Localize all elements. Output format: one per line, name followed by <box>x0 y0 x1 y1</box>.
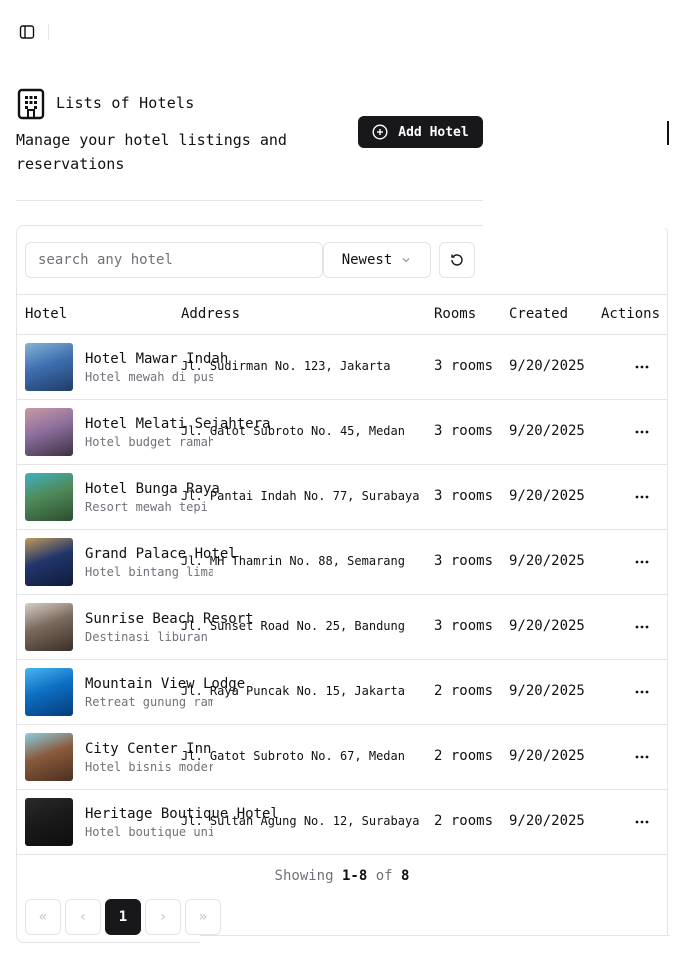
refresh-button[interactable] <box>439 242 475 278</box>
more-horizontal-icon <box>635 820 649 824</box>
add-hotel-label: Add Hotel <box>398 124 469 140</box>
first-page-button[interactable]: « <box>25 899 61 935</box>
hotel-created: 9/20/2025 <box>509 618 585 634</box>
pagination-summary: Showing 1-8 of 8 <box>16 868 668 884</box>
refresh-icon <box>451 254 463 266</box>
add-hotel-button[interactable]: Add Hotel <box>358 116 483 148</box>
page-subtitle: Manage your hotel listings and reservati… <box>16 131 287 173</box>
hotel-rooms: 2 rooms <box>434 683 494 699</box>
showing-total: 8 <box>401 868 410 884</box>
hotel-rooms: 3 rooms <box>434 618 494 634</box>
hotel-address: Jl. Pantai Indah No. 77, Surabaya <box>181 489 420 503</box>
hotel-address: Jl. Sultan Agung No. 12, Surabaya <box>181 814 420 828</box>
row-actions-button[interactable] <box>629 810 655 834</box>
row-actions-button[interactable] <box>629 745 655 769</box>
table-top-border <box>17 294 667 295</box>
hotel-thumbnail <box>25 473 73 521</box>
row-actions-button[interactable] <box>629 485 655 509</box>
edge-marker <box>667 121 669 145</box>
hotel-address: Jl. Raya Puncak No. 15, Jakarta <box>181 684 405 698</box>
table-row[interactable]: Grand Palace Hotel Hotel bintang lima Jl. … <box>17 530 667 595</box>
hotel-thumbnail <box>25 798 73 846</box>
column-header-rooms: Rooms <box>434 306 477 322</box>
showing-range: 1-8 <box>341 868 368 884</box>
toolbar-divider <box>48 24 49 40</box>
row-actions-button[interactable] <box>629 680 655 704</box>
more-horizontal-icon <box>635 365 649 369</box>
row-divider <box>17 854 667 855</box>
previous-page-button[interactable]: ‹ <box>65 899 101 935</box>
row-actions-button[interactable] <box>629 420 655 444</box>
column-header-address: Address <box>181 306 241 322</box>
first-page-icon: « <box>38 909 48 925</box>
hotel-created: 9/20/2025 <box>509 748 585 764</box>
chevron-right-icon: › <box>158 909 168 925</box>
hotel-rooms: 2 rooms <box>434 813 494 829</box>
column-header-created: Created <box>509 306 569 322</box>
card-bottom-overlay <box>200 935 670 944</box>
table-row[interactable]: Hotel Bunga Raya Resort mewah tepi Jl. Pan… <box>17 465 667 530</box>
more-horizontal-icon <box>635 625 649 629</box>
hotel-address: Jl. Sunset Road No. 25, Bandung <box>181 619 405 633</box>
last-page-button[interactable]: » <box>185 899 221 935</box>
hotel-rooms: 3 rooms <box>434 553 494 569</box>
showing-prefix: Showing <box>274 868 334 884</box>
hotel-created: 9/20/2025 <box>509 553 585 569</box>
hotel-created: 9/20/2025 <box>509 358 585 374</box>
hotel-address: Jl. Sudirman No. 123, Jakarta <box>181 359 391 373</box>
hotel-rooms: 3 rooms <box>434 358 494 374</box>
next-page-button[interactable]: › <box>145 899 181 935</box>
hotel-created: 9/20/2025 <box>509 813 585 829</box>
table-row[interactable]: Hotel Melati Sejahtera Hotel budget ramah… <box>17 400 667 465</box>
hotel-rooms: 2 rooms <box>434 748 494 764</box>
hotel-created: 9/20/2025 <box>509 423 585 439</box>
plus-circle-icon <box>372 124 388 140</box>
more-horizontal-icon <box>635 690 649 694</box>
table-row[interactable]: City Center Inn Hotel bisnis modern Jl. Ga… <box>17 725 667 790</box>
hotel-thumbnail <box>25 343 73 391</box>
more-horizontal-icon <box>635 430 649 434</box>
page-button-current[interactable]: 1 <box>105 899 141 935</box>
more-horizontal-icon <box>635 495 649 499</box>
sort-value: Newest <box>341 252 393 268</box>
more-horizontal-icon <box>635 755 649 759</box>
row-actions-button[interactable] <box>629 615 655 639</box>
chevron-left-icon: ‹ <box>78 909 88 925</box>
sort-select[interactable]: Newest <box>323 242 431 278</box>
search-input[interactable] <box>25 242 323 278</box>
sidebar-icon <box>19 25 35 39</box>
column-header-hotel: Hotel <box>25 306 68 322</box>
hotel-address: Jl. MH Thamrin No. 88, Semarang <box>181 554 405 568</box>
last-page-icon: » <box>198 909 208 925</box>
row-actions-button[interactable] <box>629 550 655 574</box>
page-number: 1 <box>118 909 128 925</box>
table-row[interactable]: Hotel Mawar IndahHotel mewah di pusatJl.… <box>17 335 667 400</box>
hotel-thumbnail <box>25 408 73 456</box>
hotel-rooms: 3 rooms <box>434 488 494 504</box>
hotel-thumbnail <box>25 538 73 586</box>
hotel-address: Jl. Gatot Subroto No. 67, Medan <box>181 749 405 763</box>
more-horizontal-icon <box>635 560 649 564</box>
page-title: Lists of Hotels <box>56 94 195 112</box>
hotel-created: 9/20/2025 <box>509 683 585 699</box>
table-row[interactable]: Heritage Boutique Hotel Hotel boutique un… <box>17 790 667 855</box>
hotel-thumbnail <box>25 733 73 781</box>
showing-of: of <box>375 868 393 884</box>
header-divider <box>16 200 483 201</box>
building-icon <box>17 88 45 120</box>
hotel-created: 9/20/2025 <box>509 488 585 504</box>
row-actions-button[interactable] <box>629 355 655 379</box>
hotel-address: Jl. Gatot Subroto No. 45, Medan <box>181 424 405 438</box>
sidebar-toggle-button[interactable] <box>16 22 38 42</box>
table-row[interactable]: Mountain View LodgeRetreat gunung ramahJ… <box>17 660 667 725</box>
card-top-overlay <box>483 200 669 228</box>
table-row[interactable]: Sunrise Beach Resort Destinasi liburan Jl.… <box>17 595 667 660</box>
hotel-thumbnail <box>25 603 73 651</box>
column-header-actions: Actions <box>601 306 661 322</box>
hotel-thumbnail <box>25 668 73 716</box>
hotel-rooms: 3 rooms <box>434 423 494 439</box>
chevron-down-icon <box>402 258 410 263</box>
